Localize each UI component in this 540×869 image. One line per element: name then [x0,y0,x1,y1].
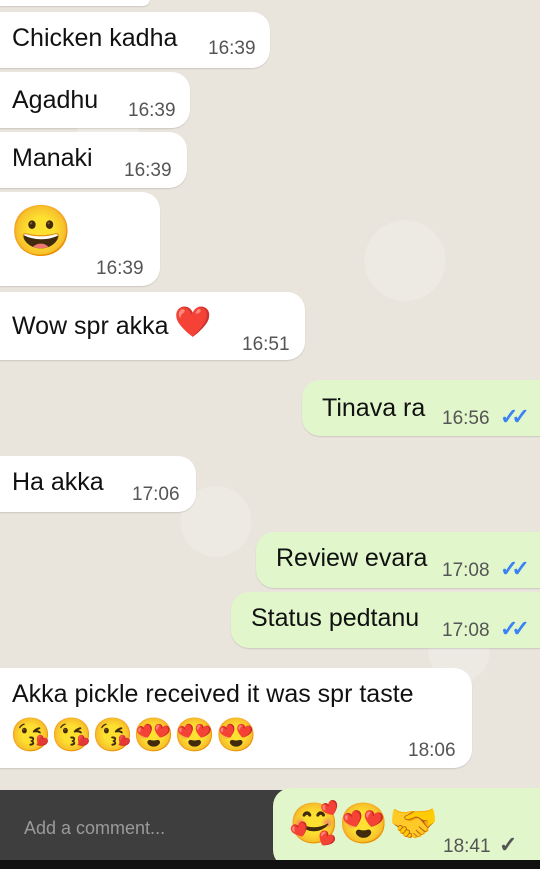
message-text: Review evara [276,544,428,572]
sent-tick-icon: ✓ [499,832,518,857]
comment-input[interactable]: Add a comment... [24,818,165,839]
message-text: Ha akka [12,468,104,496]
message-time: 16:39 [208,38,256,59]
message-time: 16:39 [96,258,144,279]
message-time: 17:08 [442,560,490,581]
read-ticks-icon: ✓✓ [500,556,530,581]
message-text: Manaki [12,144,93,172]
message-text: Tinava ra [322,394,426,422]
message-bubble-outgoing[interactable]: Tinava ra 16:56 ✓✓ [302,380,540,436]
message-bubble-outgoing[interactable]: Review evara 17:08 ✓✓ [256,532,540,588]
message-text: Agadhu [12,86,99,114]
message-text: Status pedtanu [251,604,420,632]
message-bubble[interactable]: Manaki 16:39 [0,132,187,188]
heart-emoji: ❤️ [174,306,212,339]
message-time: 16:39 [124,160,172,181]
message-text: Wow spr akka [12,312,169,340]
message-time: 17:06 [132,484,180,505]
smiling-hearts-emojis: 🥰😍🤝 [289,802,439,846]
message-bubble[interactable]: Ha akka 17:06 [0,456,196,512]
message-text: Chicken kadha [12,24,178,52]
message-time: 16:51 [242,334,290,355]
message-bubble[interactable]: Agadhu 16:39 [0,72,190,128]
message-bubble-outgoing[interactable]: 🥰😍🤝 18:41 ✓ [273,788,540,868]
message-time: 17:08 [442,620,490,641]
message-time: 18:06 [408,740,456,761]
read-ticks-icon: ✓✓ [500,616,530,641]
message-bubble[interactable]: Chicken kadha 16:39 [0,12,270,68]
bottom-edge [0,860,540,869]
message-bubble-emoji[interactable]: 😀 16:39 [0,192,160,286]
message-bubble-partial[interactable] [0,0,150,6]
kiss-heart-eyes-emojis: 😘😘😘😍😍😍 [10,716,257,753]
grinning-face-emoji: 😀 [10,203,73,259]
message-time: 18:41 [443,836,491,857]
read-ticks-icon: ✓✓ [500,404,530,429]
message-bubble[interactable]: Akka pickle received it was spr taste 😘😘… [0,668,472,768]
message-bubble[interactable]: Wow spr akka ❤️ 16:51 [0,292,305,360]
message-time: 16:56 [442,408,490,429]
message-bubble-outgoing[interactable]: Status pedtanu 17:08 ✓✓ [231,592,540,648]
message-text: Akka pickle received it was spr taste [12,680,414,708]
message-time: 16:39 [128,100,176,121]
